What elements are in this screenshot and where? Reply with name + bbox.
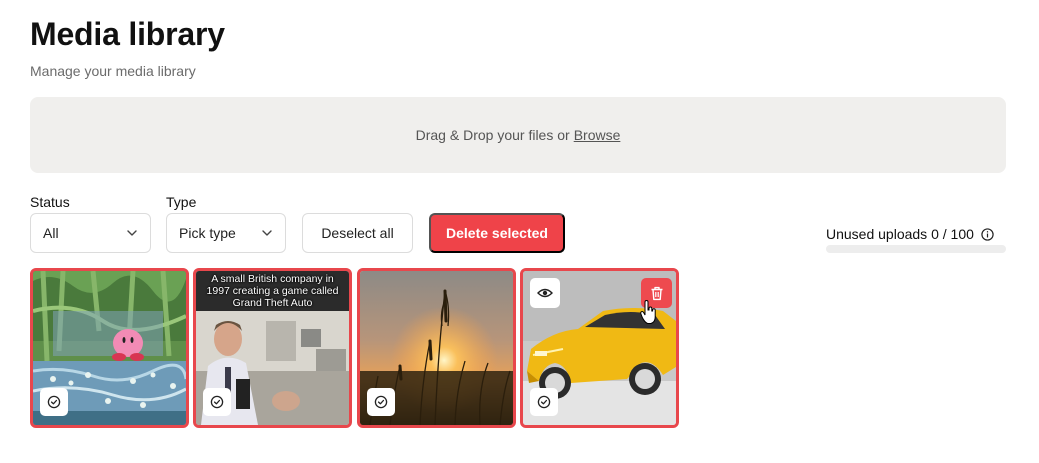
check-circle-icon [374,395,388,409]
chevron-down-icon [127,230,137,236]
usage-progress-bar [826,245,1006,253]
media-card[interactable]: A small British company in 1997 creating… [193,268,352,428]
check-circle-icon [210,395,224,409]
media-card[interactable] [357,268,516,428]
select-checkbox[interactable] [40,388,68,416]
check-circle-icon [47,395,61,409]
select-checkbox[interactable] [367,388,395,416]
media-card[interactable] [30,268,189,428]
check-circle-icon [537,395,551,409]
dropzone-text: Drag & Drop your files or [415,127,570,143]
unused-uploads-label: Unused uploads 0 / 100 [826,226,974,242]
select-checkbox[interactable] [203,388,231,416]
eye-icon [537,288,553,298]
unused-uploads: Unused uploads 0 / 100 [826,226,994,242]
browse-link[interactable]: Browse [574,127,621,143]
status-select-value: All [43,225,59,241]
file-dropzone[interactable]: Drag & Drop your files or Browse [30,97,1006,173]
trash-icon [651,286,662,300]
media-card[interactable] [520,268,679,428]
type-select[interactable]: Pick type [166,213,286,253]
page-title: Media library [30,16,225,52]
media-caption: A small British company in 1997 creating… [206,273,339,309]
preview-button[interactable] [530,278,560,308]
status-select[interactable]: All [30,213,151,253]
page-subtitle: Manage your media library [30,63,196,79]
info-icon[interactable] [981,227,994,241]
type-filter-label: Type [166,194,197,210]
chevron-down-icon [262,230,272,236]
status-filter-label: Status [30,194,70,210]
deselect-all-button[interactable]: Deselect all [302,213,413,253]
select-checkbox[interactable] [530,388,558,416]
type-select-value: Pick type [179,225,236,241]
delete-selected-button[interactable]: Delete selected [429,213,565,253]
hand-pointer-icon [640,300,656,324]
